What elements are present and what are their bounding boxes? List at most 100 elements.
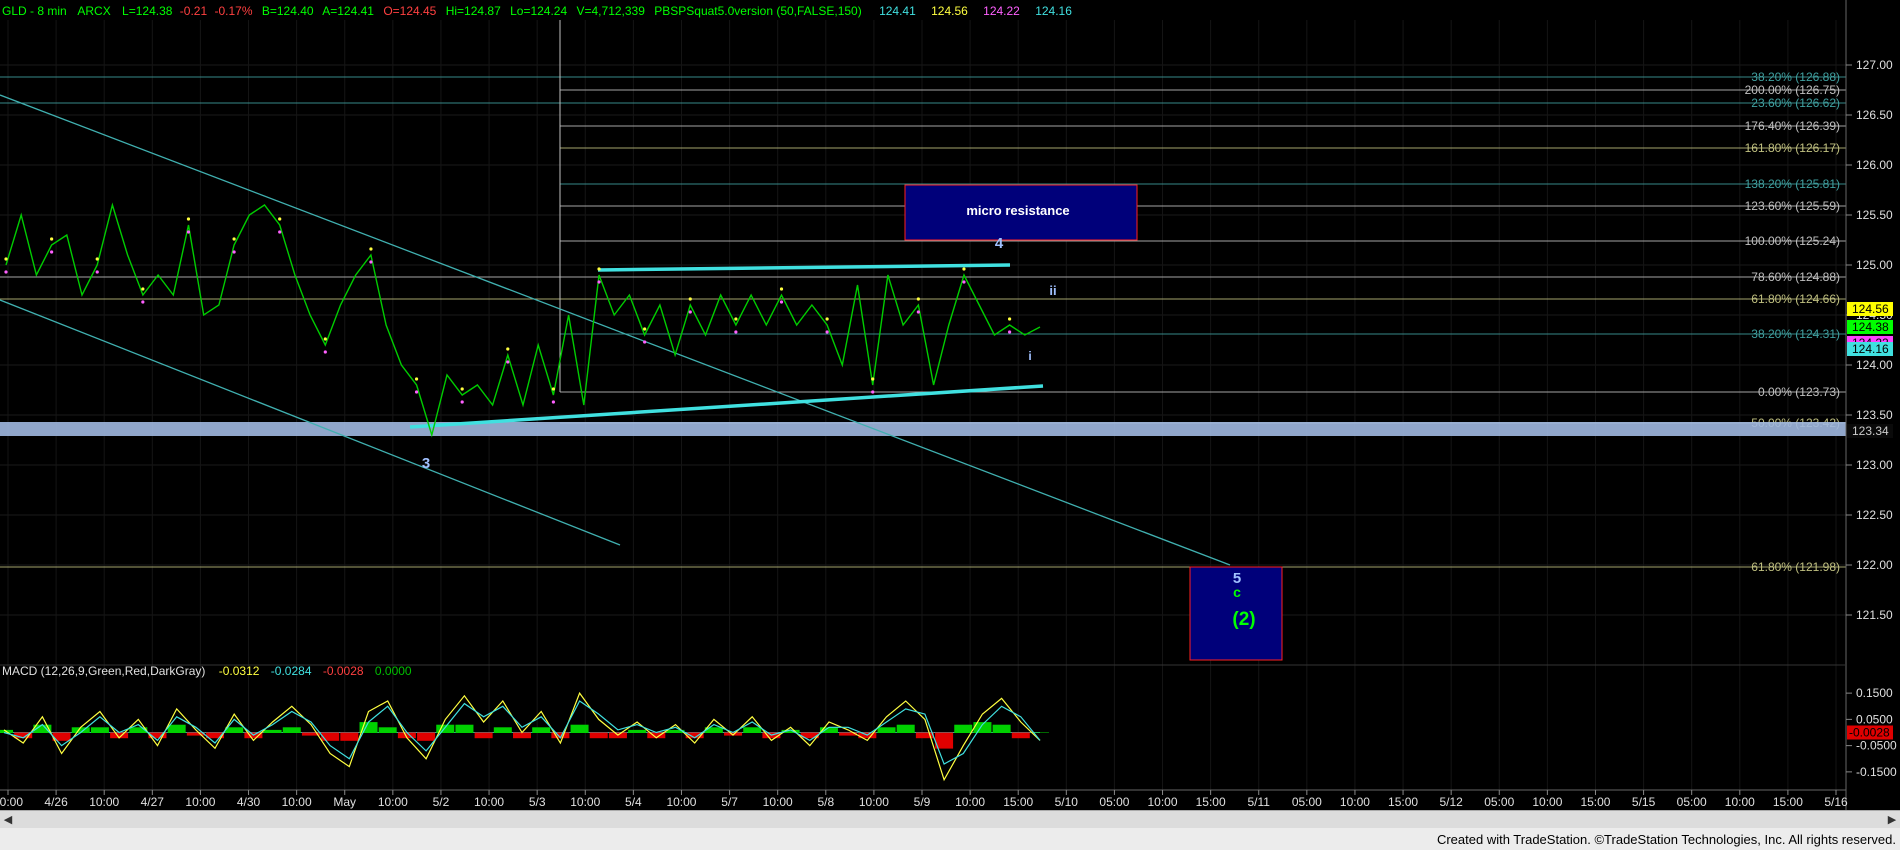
price-badge-label: 124.56 xyxy=(1852,302,1889,316)
y-tick-label: 125.50 xyxy=(1856,208,1893,222)
macd-histogram-bar xyxy=(954,724,973,733)
study-value-2: 124.22 xyxy=(983,4,1020,18)
study-dot-high xyxy=(4,257,8,261)
study-dot-high xyxy=(460,387,464,391)
horizontal-scrollbar[interactable]: ◀ ▶ xyxy=(0,810,1900,829)
study-dot-low xyxy=(871,390,875,394)
study-dot-high xyxy=(186,217,191,221)
fib-label: 200.00% (126.75) xyxy=(1745,83,1840,97)
fib-label: 176.40% (126.39) xyxy=(1745,119,1840,133)
study-dot-high xyxy=(551,387,556,391)
study-dot-low xyxy=(506,360,510,364)
study-dot-low xyxy=(551,400,556,404)
fib-label: 38.20% (126.88) xyxy=(1751,70,1840,84)
x-tick-label: 10:00 xyxy=(1340,795,1370,809)
price-badge-label: 124.38 xyxy=(1852,320,1889,334)
x-tick-label: 4/26 xyxy=(44,795,68,809)
wave-label: micro resistance xyxy=(966,203,1069,218)
study-dot-high xyxy=(278,217,282,221)
study-dot-high xyxy=(1007,317,1012,321)
x-tick-label: 5/8 xyxy=(817,795,834,809)
quote-3: B=124.40 xyxy=(262,4,314,18)
study-dot-low xyxy=(186,230,191,234)
study-dot-high xyxy=(232,237,236,241)
study-dot-low xyxy=(414,390,419,394)
x-tick-label: 10:00 xyxy=(185,795,215,809)
y-tick-label: 122.00 xyxy=(1856,558,1893,572)
wave-label: 4 xyxy=(995,235,1004,252)
macd-histogram-bar xyxy=(474,732,493,739)
macd-histogram-bar xyxy=(225,727,244,733)
fib-label: 123.60% (125.59) xyxy=(1745,199,1840,213)
x-tick-label: 5/7 xyxy=(721,795,738,809)
macd-y-tick-label: -0.0500 xyxy=(1856,739,1897,753)
study-dot-high xyxy=(643,327,647,331)
x-tick-label: 10:00 xyxy=(378,795,408,809)
macd-histogram-bar xyxy=(493,727,512,733)
x-tick-label: 10:00 xyxy=(89,795,119,809)
study-dot-high xyxy=(414,377,419,381)
scroll-right-icon[interactable]: ▶ xyxy=(1884,811,1900,828)
macd-value-1: -0.0284 xyxy=(271,664,312,678)
macd-histogram-bar xyxy=(992,724,1011,733)
macd-histogram-bar xyxy=(877,727,896,733)
x-tick-label: 5/2 xyxy=(433,795,450,809)
study-dot-low xyxy=(962,280,966,284)
study-value-0: 124.41 xyxy=(879,4,916,18)
x-tick-label: 10:00 xyxy=(859,795,889,809)
study-dot-low xyxy=(643,340,647,344)
y-tick-label: 126.50 xyxy=(1856,108,1893,122)
x-tick-label: 5/9 xyxy=(914,795,931,809)
quote-6: Hi=124.87 xyxy=(446,4,501,18)
study-dot-high xyxy=(779,287,784,291)
macd-histogram-bar xyxy=(340,732,359,741)
x-tick-label: 5/15 xyxy=(1632,795,1656,809)
study-dot-low xyxy=(460,400,464,404)
y-tick-label: 127.00 xyxy=(1856,58,1893,72)
study-dot-high xyxy=(825,317,829,321)
quote-5: O=124.45 xyxy=(383,4,436,18)
macd-histogram-bar xyxy=(570,724,589,733)
x-tick-label: 10:00 xyxy=(955,795,985,809)
study-dot-low xyxy=(779,300,784,304)
macd-header: MACD (12,26,9,Green,Red,DarkGray) -0.031… xyxy=(2,664,412,678)
scroll-left-icon[interactable]: ◀ xyxy=(0,811,16,828)
fib-label: 38.20% (124.31) xyxy=(1751,327,1840,341)
y-tick-label: 124.00 xyxy=(1856,358,1893,372)
macd-value-2: -0.0028 xyxy=(323,664,364,678)
exchange-label: ARCX xyxy=(77,4,110,18)
macd-histogram-bar xyxy=(1011,732,1030,739)
study-dot-high xyxy=(962,267,966,271)
study-dot-high xyxy=(506,347,510,351)
x-tick-label: 10:00 xyxy=(474,795,504,809)
fib-label: 78.60% (124.88) xyxy=(1751,270,1840,284)
study-dot-low xyxy=(95,270,99,274)
study-dot-low xyxy=(232,250,236,254)
quote-7: Lo=124.24 xyxy=(510,4,567,18)
study-dot-low xyxy=(323,350,327,354)
macd-histogram-bar xyxy=(282,727,301,733)
x-tick-label: 5/12 xyxy=(1439,795,1463,809)
macd-y-tick-label: 0.1500 xyxy=(1856,686,1893,700)
study-dot-high xyxy=(95,257,99,261)
macd-histogram-bar xyxy=(167,724,186,733)
macd-histogram-bar xyxy=(628,729,647,733)
fib-label: 61.80% (124.66) xyxy=(1751,292,1840,306)
wave-label: i xyxy=(1028,349,1031,363)
macd-histogram-bar xyxy=(359,722,378,733)
x-tick-label: 10:00 xyxy=(1532,795,1562,809)
x-tick-label: 15:00 xyxy=(1003,795,1033,809)
fib-label: 161.80% (126.17) xyxy=(1745,141,1840,155)
study-value-3: 124.16 xyxy=(1035,4,1072,18)
macd-histogram-bar xyxy=(417,732,436,741)
macd-histogram-bar xyxy=(704,727,723,733)
x-tick-label: 10:00 xyxy=(570,795,600,809)
macd-label: MACD (12,26,9,Green,Red,DarkGray) xyxy=(2,664,205,678)
study-value-1: 124.56 xyxy=(931,4,968,18)
x-tick-label: 5/16 xyxy=(1824,795,1848,809)
symbol-label: GLD - 8 min xyxy=(2,4,67,18)
study-dot-low xyxy=(597,280,601,284)
footer-credit: Created with TradeStation. ©TradeStation… xyxy=(1436,832,1896,847)
study-dot-low xyxy=(369,260,373,264)
price-chart[interactable]: GLD - 8 min ARCX L=124.38 -0.21 -0.17% B… xyxy=(0,0,1900,850)
